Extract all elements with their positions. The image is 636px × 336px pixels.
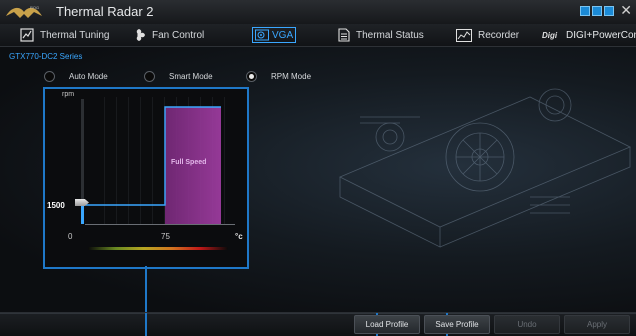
x-axis-line (85, 224, 235, 225)
vga-tab-frame: VGA (252, 27, 297, 43)
tab-thermal-status[interactable]: Thermal Status (338, 24, 424, 46)
rog-logo: ROG (6, 5, 42, 18)
x-unit-label: °c (235, 232, 243, 241)
tab-fan-control[interactable]: Fan Control (132, 24, 204, 46)
app-title: Thermal Radar 2 (56, 4, 154, 19)
x-tick-75: 75 (161, 232, 170, 241)
panel-connector-line (145, 266, 147, 312)
svg-text:Digi: Digi (542, 31, 558, 40)
svg-text:ROG: ROG (30, 5, 39, 10)
fan-curve-line[interactable] (45, 89, 247, 267)
recorder-icon (456, 28, 472, 42)
temperature-gradient-bar (88, 247, 228, 250)
tab-vga[interactable]: VGA (252, 24, 297, 46)
tab-digi-power-control[interactable]: Digi DIGI+PowerControl (542, 24, 636, 46)
apply-button[interactable]: Apply (564, 315, 630, 334)
action-bar: Load Profile Save Profile Undo Apply (0, 312, 636, 336)
radio-rpm-mode[interactable] (246, 71, 257, 82)
thermal-tuning-icon (20, 28, 34, 42)
action-bar-divider (0, 313, 636, 314)
connector-line-left (145, 313, 147, 336)
rpm-value-label: 1500 (47, 201, 65, 210)
thermal-status-icon (338, 28, 350, 42)
mode-smart[interactable]: Smart Mode (144, 71, 213, 82)
gpu-series-label: GTX770-DC2 Series (9, 52, 83, 61)
vga-main-panel: GTX770-DC2 Series Auto Mode Smart Mode R… (0, 47, 636, 312)
radio-smart-mode[interactable] (144, 71, 155, 82)
x-tick-0: 0 (68, 232, 73, 241)
tab-recorder[interactable]: Recorder (456, 24, 519, 46)
maximize-icon[interactable] (604, 6, 614, 16)
mode-auto[interactable]: Auto Mode (44, 71, 108, 82)
radio-auto-mode[interactable] (44, 71, 55, 82)
minimize-icon[interactable] (580, 6, 590, 16)
close-icon[interactable]: ✕ (620, 2, 632, 19)
digi-icon: Digi (542, 31, 558, 40)
load-profile-button[interactable]: Load Profile (354, 315, 420, 334)
save-profile-button[interactable]: Save Profile (424, 315, 490, 334)
title-bar: ROG Thermal Radar 2 ✕ (0, 0, 636, 24)
vga-icon (255, 29, 269, 41)
restore-icon[interactable] (592, 6, 602, 16)
fan-curve-panel: rpm Full Speed 1500 0 75 °c (43, 87, 249, 269)
fan-icon (136, 29, 145, 41)
tab-thermal-tuning[interactable]: Thermal Tuning (20, 24, 109, 46)
undo-button[interactable]: Undo (494, 315, 560, 334)
window-controls[interactable] (580, 6, 614, 16)
mode-rpm[interactable]: RPM Mode (246, 71, 311, 82)
main-nav: Thermal Tuning Fan Control VGA Thermal S… (0, 24, 636, 47)
gpu-background-art (339, 88, 631, 248)
